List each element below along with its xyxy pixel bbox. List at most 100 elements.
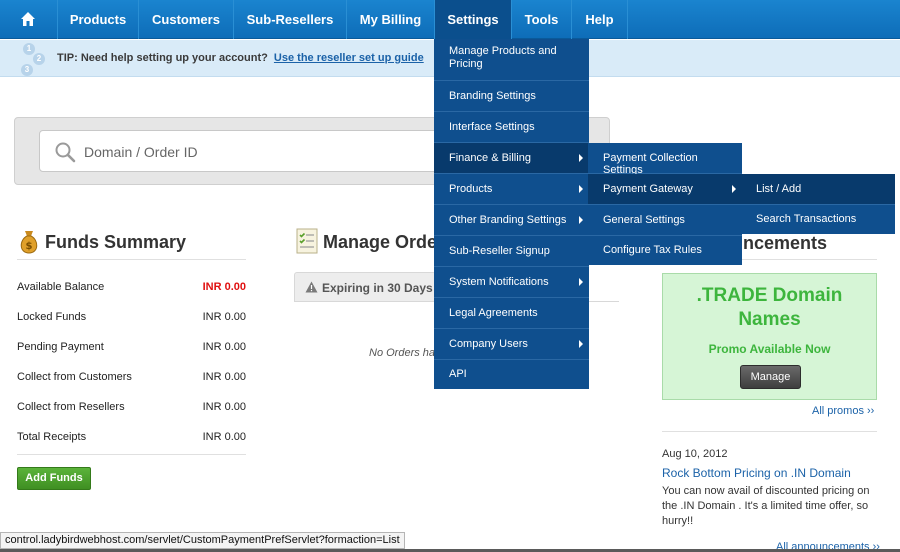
tip-message: TIP: Need help setting up your account? … bbox=[57, 52, 424, 64]
manage-promo-button[interactable]: Manage bbox=[740, 365, 801, 389]
submenu-arrow-icon bbox=[579, 185, 583, 193]
tab-expiring-30-days[interactable]: Expiring in 30 Days bbox=[294, 272, 436, 301]
submenu-arrow-icon bbox=[579, 278, 583, 286]
submenu-arrow-icon bbox=[579, 154, 583, 162]
menu-item-label: List / Add bbox=[756, 183, 802, 195]
menu-item-configure-tax-rules[interactable]: Configure Tax Rules bbox=[588, 236, 742, 265]
funds-row-value: INR 0.00 bbox=[202, 431, 246, 443]
payment-gateway-submenu: List / Add Search Transactions bbox=[741, 174, 895, 234]
menu-item-legal-agreements[interactable]: Legal Agreements bbox=[434, 298, 589, 329]
funds-row-label: Total Receipts bbox=[17, 431, 87, 443]
nav-home[interactable] bbox=[0, 0, 58, 39]
tip-label: TIP: Need help setting up your account? bbox=[57, 52, 268, 64]
menu-item-label: Other Branding Settings bbox=[449, 214, 567, 226]
announcement-date: Aug 10, 2012 bbox=[662, 448, 728, 460]
funds-row: Collect from Customers INR 0.00 bbox=[17, 365, 246, 395]
menu-item-label: Company Users bbox=[449, 338, 528, 350]
finance-billing-submenu: Payment Collection Settings Payment Gate… bbox=[588, 143, 742, 265]
funds-row-label: Pending Payment bbox=[17, 341, 104, 353]
nav-customers[interactable]: Customers bbox=[139, 0, 234, 39]
menu-item-list-add[interactable]: List / Add bbox=[741, 174, 895, 205]
tab-label: Expiring in 30 Days bbox=[322, 281, 433, 295]
submenu-arrow-icon bbox=[579, 216, 583, 224]
search-placeholder: Domain / Order ID bbox=[84, 144, 198, 160]
promo-banner: .TRADE Domain Names Promo Available Now … bbox=[662, 273, 877, 400]
nav-my-billing[interactable]: My Billing bbox=[347, 0, 435, 39]
funds-row-value: INR 0.00 bbox=[202, 401, 246, 413]
funds-row-label: Available Balance bbox=[17, 281, 105, 293]
step-2-icon: 2 bbox=[33, 53, 45, 65]
menu-item-label: Products bbox=[449, 183, 493, 195]
menu-item-label: Finance & Billing bbox=[449, 152, 531, 164]
svg-text:$: $ bbox=[26, 241, 33, 252]
money-bag-icon: $ bbox=[20, 231, 38, 254]
funds-row-value: INR 0.00 bbox=[202, 311, 246, 323]
funds-row-label: Locked Funds bbox=[17, 311, 87, 323]
search-input[interactable]: Domain / Order ID bbox=[39, 130, 459, 172]
menu-item-search-transactions[interactable]: Search Transactions bbox=[741, 205, 895, 234]
menu-item-manage-products-pricing[interactable]: Manage Products and Pricing bbox=[434, 39, 589, 81]
submenu-arrow-icon bbox=[732, 185, 736, 193]
home-icon bbox=[21, 12, 35, 26]
step-3-icon: 3 bbox=[21, 64, 33, 76]
search-icon bbox=[55, 142, 76, 163]
funds-summary-title: Funds Summary bbox=[45, 232, 187, 252]
divider bbox=[17, 259, 246, 260]
menu-item-label: Manage Products and Pricing bbox=[449, 45, 557, 70]
announcement-body: You can now avail of discounted pricing … bbox=[662, 485, 870, 527]
menu-item-finance-billing[interactable]: Finance & Billing bbox=[434, 143, 589, 174]
divider bbox=[17, 454, 246, 455]
announcement-headline-link[interactable]: Rock Bottom Pricing on .IN Domain bbox=[662, 466, 851, 480]
funds-row: Collect from Resellers INR 0.00 bbox=[17, 395, 246, 425]
funds-row: Pending Payment INR 0.00 bbox=[17, 335, 246, 365]
menu-item-general-settings[interactable]: General Settings bbox=[588, 205, 742, 236]
menu-item-label: General Settings bbox=[603, 214, 685, 226]
menu-item-label: Legal Agreements bbox=[449, 307, 538, 319]
browser-status-bar: control.ladybirdwebhost.com/servlet/Cust… bbox=[0, 532, 405, 549]
nav-help[interactable]: Help bbox=[572, 0, 628, 39]
promo-title: .TRADE Domain Names bbox=[696, 285, 843, 330]
funds-row-label: Collect from Customers bbox=[17, 371, 132, 383]
funds-row-value: INR 0.00 bbox=[202, 341, 246, 353]
menu-item-label: Search Transactions bbox=[756, 213, 857, 225]
menu-item-company-users[interactable]: Company Users bbox=[434, 329, 589, 360]
setup-steps-icon: 1 2 3 bbox=[19, 42, 49, 76]
funds-row-value: INR 0.00 bbox=[202, 281, 246, 293]
funds-row-value: INR 0.00 bbox=[202, 371, 246, 383]
menu-item-label: Interface Settings bbox=[449, 121, 535, 133]
nav-settings[interactable]: Settings bbox=[435, 0, 512, 39]
menu-item-label: Sub-Reseller Signup bbox=[449, 245, 550, 257]
setup-guide-link[interactable]: Use the reseller set up guide bbox=[274, 52, 424, 64]
funds-row-label: Collect from Resellers bbox=[17, 401, 125, 413]
menu-item-label: Configure Tax Rules bbox=[603, 244, 702, 256]
menu-item-sub-reseller-signup[interactable]: Sub-Reseller Signup bbox=[434, 236, 589, 267]
step-1-icon: 1 bbox=[23, 43, 35, 55]
funds-row: Locked Funds INR 0.00 bbox=[17, 305, 246, 335]
menu-item-label: Payment Gateway bbox=[603, 183, 693, 195]
menu-item-branding-settings[interactable]: Branding Settings bbox=[434, 81, 589, 112]
menu-item-api[interactable]: API bbox=[434, 360, 589, 389]
funds-row: Total Receipts INR 0.00 bbox=[17, 425, 246, 455]
submenu-arrow-icon bbox=[579, 340, 583, 348]
funds-row: Available Balance INR 0.00 bbox=[17, 275, 246, 305]
nav-tools[interactable]: Tools bbox=[512, 0, 572, 39]
divider bbox=[662, 431, 877, 432]
menu-item-system-notifications[interactable]: System Notifications bbox=[434, 267, 589, 298]
all-promos-link[interactable]: All promos ›› bbox=[812, 405, 874, 417]
menu-item-payment-gateway[interactable]: Payment Gateway bbox=[588, 174, 742, 205]
menu-item-other-branding-settings[interactable]: Other Branding Settings bbox=[434, 205, 589, 236]
settings-dropdown-menu: Manage Products and Pricing Branding Set… bbox=[434, 39, 589, 389]
announcements-title: uncements bbox=[732, 233, 828, 253]
warning-icon bbox=[305, 281, 318, 293]
nav-sub-resellers[interactable]: Sub-Resellers bbox=[234, 0, 347, 39]
menu-item-label: Branding Settings bbox=[449, 90, 536, 102]
menu-item-label: System Notifications bbox=[449, 276, 549, 288]
menu-item-label: API bbox=[449, 368, 467, 380]
add-funds-button[interactable]: Add Funds bbox=[17, 467, 91, 490]
promo-subtitle: Promo Available Now bbox=[708, 342, 831, 356]
menu-item-payment-collection-settings[interactable]: Payment Collection Settings bbox=[588, 143, 742, 176]
menu-item-label: Payment Collection Settings bbox=[603, 152, 698, 176]
nav-products[interactable]: Products bbox=[58, 0, 139, 39]
menu-item-products[interactable]: Products bbox=[434, 174, 589, 205]
menu-item-interface-settings[interactable]: Interface Settings bbox=[434, 112, 589, 143]
